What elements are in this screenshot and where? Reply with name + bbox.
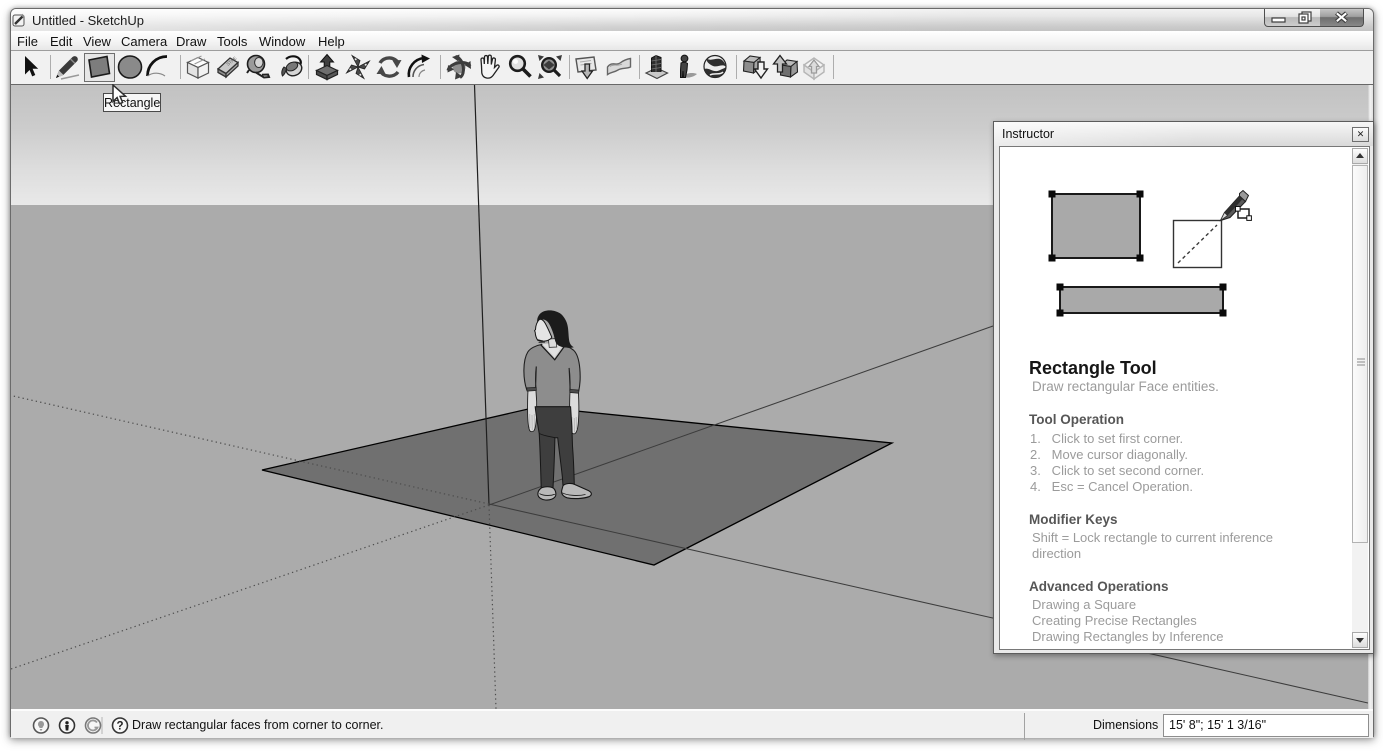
svg-text:?: ? [116,721,123,733]
